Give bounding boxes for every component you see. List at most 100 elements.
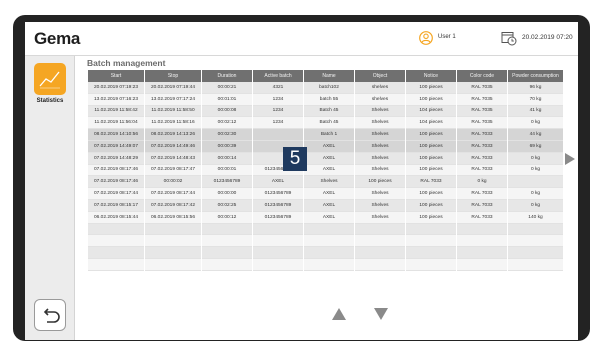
statistics-label: Statistics: [36, 98, 64, 104]
table-cell: shelves: [355, 82, 405, 94]
table-cell: 07.02.2019 08:17:46: [88, 176, 144, 189]
table-cell: 00:00:00: [202, 188, 252, 200]
table-cell: RAL 7033: [457, 152, 507, 165]
table-cell: 00:02:12: [202, 117, 252, 130]
table-cell: [88, 247, 144, 259]
user-name[interactable]: User 1: [438, 34, 456, 40]
table-cell: 0123456789: [253, 199, 303, 212]
table-cell: 00:01:01: [202, 93, 252, 106]
table-row[interactable]: 11.02.2019 11:56:04 11.02.2019 11:58:16 00…: [88, 117, 563, 130]
table-row[interactable]: [88, 247, 563, 259]
table-cell: [253, 247, 303, 259]
table-cell: 140 kg: [508, 211, 563, 224]
table-row[interactable]: [88, 223, 563, 236]
table-cell: 20.02.2019 07:19:23: [88, 82, 144, 94]
table-cell: RAL 7033: [406, 176, 456, 189]
table-cell: 07.02.2019 14:48:43: [145, 152, 201, 165]
table-cell: [304, 258, 354, 271]
table-cell: RAL 7035: [457, 117, 507, 130]
table-cell: 00:02:30: [202, 129, 252, 141]
table-cell: RAL 7033: [457, 140, 507, 153]
table-row[interactable]: 20.02.2019 07:19:23 20.02.2019 07:19:44 00…: [88, 82, 563, 94]
table-cell: shelves: [355, 93, 405, 106]
table-cell: 100 pieces: [406, 82, 456, 94]
table-cell: 00:00:39: [202, 140, 252, 153]
table-row[interactable]: 06.02.2019 08:15:44 06.02.2019 08:15:56 00…: [88, 211, 563, 224]
table-cell: batch 55: [304, 93, 354, 106]
table-cell: 07.02.2019 08:15:17: [88, 199, 144, 212]
top-bar: Gema User 1 20.02.2019 07:20: [25, 22, 578, 56]
table-cell: Shelves: [355, 164, 405, 177]
user-icon[interactable]: [419, 31, 433, 45]
column-header[interactable]: Color code: [457, 70, 507, 82]
column-header[interactable]: Duration: [202, 70, 252, 82]
table-cell: Shelves: [355, 140, 405, 153]
column-header[interactable]: Object: [355, 70, 405, 82]
table-cell: Shelves: [355, 152, 405, 165]
table-cell: [457, 247, 507, 259]
batch-table: Start Stop Duration Active batch Name Ob…: [87, 70, 564, 271]
table-cell: [304, 247, 354, 259]
table-row[interactable]: 13.02.2019 07:16:23 13.02.2019 07:17:24 00…: [88, 93, 563, 106]
hmi-screen: Gema User 1 20.02.2019 07:20 Statistics: [25, 22, 578, 340]
table-cell: AXEL: [304, 164, 354, 177]
table-cell: [202, 235, 252, 248]
table-cell: 11.02.2019 11:56:04: [88, 117, 144, 130]
table-row[interactable]: 08.02.2019 14:10:56 08.02.2019 14:13:26 00…: [88, 129, 563, 141]
table-cell: 11.02.2019 11:58:42: [88, 105, 144, 118]
table-cell: 0 kg: [508, 152, 563, 165]
column-header[interactable]: Active batch: [253, 70, 303, 82]
table-row[interactable]: 07.02.2019 08:17:46 07.02.2019 08:17:47 00…: [88, 164, 563, 177]
table-cell: 00:00:14: [202, 152, 252, 165]
table-row[interactable]: 07.02.2019 14:48:29 07.02.2019 14:48:43 00…: [88, 152, 563, 165]
table-cell: 07.02.2019 08:17:44: [145, 188, 201, 200]
table-cell: 06.02.2019 08:15:44: [88, 211, 144, 224]
table-cell: [145, 258, 201, 271]
table-cell: 104 pieces: [406, 105, 456, 118]
table-cell: 0 kg: [508, 199, 563, 212]
table-cell: 0 kg: [508, 164, 563, 177]
table-cell: 41 kg: [508, 105, 563, 118]
column-header[interactable]: Notice: [406, 70, 456, 82]
arrow-up-icon[interactable]: [332, 308, 346, 320]
column-header[interactable]: Name: [304, 70, 354, 82]
arrow-down-icon[interactable]: [374, 308, 388, 320]
table-cell: 00:00:08: [202, 105, 252, 118]
table-row[interactable]: 07.02.2019 08:17:46 00:00:02 0123456789 AXE…: [88, 176, 563, 189]
table-cell: AXEL: [304, 140, 354, 153]
table-cell: 13.02.2019 07:17:24: [145, 93, 201, 106]
table-cell: [202, 258, 252, 271]
table-cell: Shelves: [355, 188, 405, 200]
table-row[interactable]: 07.02.2019 08:17:44 07.02.2019 08:17:44 00…: [88, 188, 563, 200]
table-row[interactable]: 07.02.2019 08:15:17 07.02.2019 08:17:42 00…: [88, 199, 563, 212]
table-cell: [508, 258, 563, 271]
table-cell: [406, 223, 456, 236]
table-cell: RAL 7035: [457, 93, 507, 106]
column-header[interactable]: Start: [88, 70, 144, 82]
table-cell: 0123456789: [253, 211, 303, 224]
left-sidebar: Statistics: [25, 56, 75, 340]
table-cell: 07.02.2019 14:48:29: [88, 152, 144, 165]
column-header[interactable]: Powder consumption: [508, 70, 563, 82]
statistics-button[interactable]: [34, 63, 66, 95]
table-cell: 100 pieces: [406, 188, 456, 200]
table-row[interactable]: [88, 235, 563, 248]
table-cell: [508, 223, 563, 236]
table-cell: 1234: [253, 105, 303, 118]
arrow-right-icon[interactable]: [565, 153, 575, 165]
table-cell: [355, 223, 405, 236]
table-row[interactable]: 11.02.2019 11:58:42 11.02.2019 11:58:50 00…: [88, 105, 563, 118]
date-time: 20.02.2019 07:20: [522, 34, 573, 41]
table-row[interactable]: [88, 258, 563, 271]
table-cell: RAL 7033: [457, 211, 507, 224]
table-cell: 100 pieces: [406, 152, 456, 165]
column-header[interactable]: Stop: [145, 70, 201, 82]
table-row[interactable]: 07.02.2019 14:49:07 07.02.2019 14:49:46 00…: [88, 140, 563, 153]
table-cell: 96 kg: [508, 82, 563, 94]
table-cell: 104 pieces: [406, 117, 456, 130]
table-cell: Shelves: [355, 105, 405, 118]
clock-icon[interactable]: [501, 30, 517, 46]
table-cell: 00:02:25: [202, 199, 252, 212]
back-button[interactable]: [34, 299, 66, 331]
table-cell: Batch 45: [304, 117, 354, 130]
